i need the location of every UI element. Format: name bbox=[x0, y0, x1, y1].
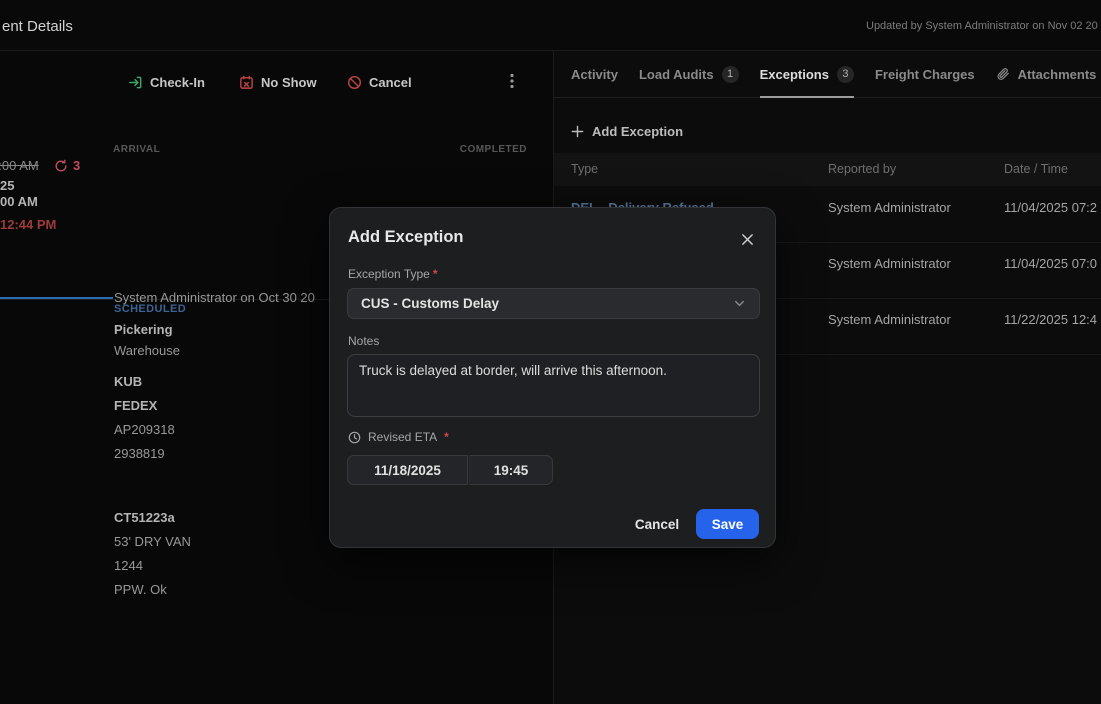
check-in-button[interactable]: Check-In bbox=[128, 71, 205, 93]
close-icon[interactable] bbox=[737, 229, 757, 249]
checkin-time: 12:44 PM bbox=[0, 217, 56, 232]
original-time-strikethrough: 0:00 AM bbox=[0, 158, 39, 173]
trailer-number: 1244 bbox=[114, 558, 143, 573]
arrival-section-label: ARRIVAL bbox=[113, 144, 160, 155]
scheduled-by-text: System Administrator on Oct 30 20 bbox=[114, 290, 315, 305]
column-header-type: Type bbox=[571, 162, 598, 176]
exception-reported-by-cell: System Administrator bbox=[828, 312, 951, 327]
tab-load-audits[interactable]: Load Audits 1 bbox=[639, 51, 739, 98]
tab-load-audits-label: Load Audits bbox=[639, 67, 714, 82]
check-in-label: Check-In bbox=[150, 75, 205, 90]
tab-attachments[interactable]: Attachments bbox=[996, 51, 1097, 98]
reference-number-1: AP209318 bbox=[114, 422, 175, 437]
page-title: ent Details bbox=[2, 18, 73, 35]
cancel-button[interactable]: Cancel bbox=[632, 509, 682, 539]
paperclip-icon bbox=[996, 67, 1010, 81]
notes-textarea[interactable] bbox=[347, 354, 760, 417]
trailer-type: 53' DRY VAN bbox=[114, 534, 191, 549]
plus-icon bbox=[571, 125, 584, 138]
no-show-button[interactable]: No Show bbox=[239, 71, 317, 93]
load-audits-count-badge: 1 bbox=[722, 66, 739, 83]
reschedule-indicator: 3 bbox=[54, 158, 80, 173]
tab-activity-label: Activity bbox=[571, 67, 618, 82]
required-asterisk: * bbox=[444, 430, 449, 444]
exception-type-label-text: Exception Type bbox=[348, 267, 430, 281]
page-header: ent Details Updated by System Administra… bbox=[0, 0, 1101, 51]
add-exception-button[interactable]: Add Exception bbox=[571, 119, 683, 143]
location-type: Warehouse bbox=[114, 343, 180, 358]
revised-eta-label-text: Revised ETA bbox=[368, 430, 437, 444]
save-button[interactable]: Save bbox=[696, 509, 759, 539]
tab-activity[interactable]: Activity bbox=[571, 51, 618, 98]
trailer-id: CT51223a bbox=[114, 510, 175, 525]
revised-eta-time-input[interactable]: 19:45 bbox=[469, 455, 553, 485]
exceptions-count-badge: 3 bbox=[837, 66, 854, 83]
tab-exceptions-label: Exceptions bbox=[760, 67, 829, 82]
exceptions-table-header: Type Reported by Date / Time bbox=[554, 153, 1101, 186]
exception-type-select[interactable]: CUS - Customs Delay bbox=[347, 288, 760, 319]
modal-title: Add Exception bbox=[348, 228, 464, 247]
scheduled-time-fragment: 00 AM bbox=[0, 194, 38, 209]
cancel-appointment-label: Cancel bbox=[369, 75, 412, 90]
no-show-label: No Show bbox=[261, 75, 317, 90]
revised-eta-date-input[interactable]: 11/18/2025 bbox=[347, 455, 468, 485]
column-header-reported-by: Reported by bbox=[828, 162, 896, 176]
tab-exceptions[interactable]: Exceptions 3 bbox=[760, 51, 854, 98]
updated-note: Updated by System Administrator on Nov 0… bbox=[866, 20, 1098, 32]
tab-freight-charges[interactable]: Freight Charges bbox=[875, 51, 975, 98]
clock-icon bbox=[348, 431, 361, 444]
exception-datetime-cell: 11/04/2025 07:0 bbox=[1004, 256, 1097, 271]
exception-datetime-cell: 11/04/2025 07:2 bbox=[1004, 200, 1097, 215]
appointment-details-screen: ent Details Updated by System Administra… bbox=[0, 0, 1101, 704]
detail-tabs: Activity Load Audits 1 Exceptions 3 Frei… bbox=[554, 51, 1101, 98]
carrier-name: FEDEX bbox=[114, 398, 157, 413]
exception-type-selected-value: CUS - Customs Delay bbox=[361, 296, 733, 311]
chevron-down-icon bbox=[733, 297, 746, 310]
required-asterisk: * bbox=[433, 267, 438, 281]
column-header-datetime: Date / Time bbox=[1004, 162, 1068, 176]
appointment-code: KUB bbox=[114, 374, 142, 389]
location-name: Pickering bbox=[114, 322, 173, 337]
reschedule-count: 3 bbox=[73, 158, 80, 173]
notes-field-label: Notes bbox=[348, 334, 379, 348]
exception-datetime-cell: 11/22/2025 12:4 bbox=[1004, 312, 1097, 327]
add-exception-label: Add Exception bbox=[592, 124, 683, 139]
exception-type-field-label: Exception Type* bbox=[348, 267, 438, 281]
check-in-icon bbox=[128, 75, 143, 90]
ppw-status: PPW. Ok bbox=[114, 582, 167, 597]
add-exception-modal: Add Exception Exception Type* CUS - Cust… bbox=[329, 207, 776, 548]
cancel-appointment-button[interactable]: Cancel bbox=[347, 71, 412, 93]
scheduled-date-fragment: 25 bbox=[0, 178, 14, 193]
exception-reported-by-cell: System Administrator bbox=[828, 256, 951, 271]
no-show-calendar-icon bbox=[239, 75, 254, 90]
tab-freight-charges-label: Freight Charges bbox=[875, 67, 975, 82]
reference-number-2: 2938819 bbox=[114, 446, 165, 461]
reschedule-refresh-icon bbox=[54, 159, 68, 173]
more-actions-kebab-icon[interactable] bbox=[505, 72, 519, 90]
exception-reported-by-cell: System Administrator bbox=[828, 200, 951, 215]
completed-status-label: COMPLETED bbox=[460, 144, 527, 155]
cancel-slash-icon bbox=[347, 75, 362, 90]
tab-attachments-label: Attachments bbox=[1018, 67, 1097, 82]
revised-eta-field-label: Revised ETA * bbox=[348, 430, 449, 444]
